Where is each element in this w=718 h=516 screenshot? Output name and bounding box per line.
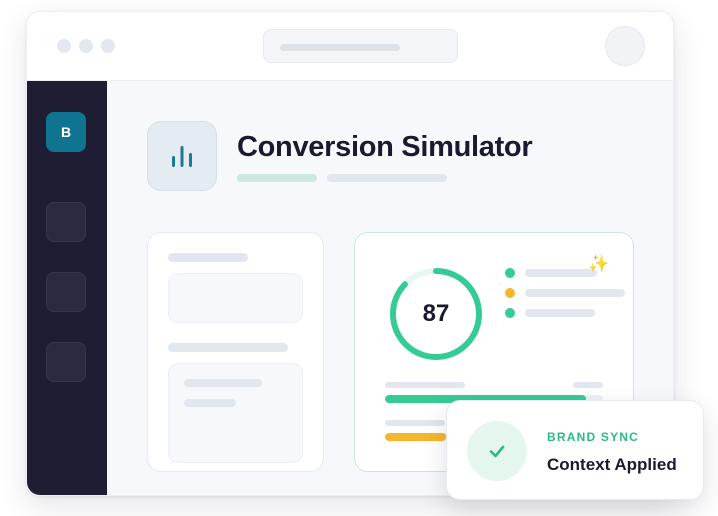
legend-label-placeholder — [525, 309, 595, 317]
bar-value-placeholder — [573, 382, 603, 388]
legend-dot — [505, 268, 515, 278]
window-minimize-dot[interactable] — [79, 39, 93, 53]
bar-label-placeholder — [385, 382, 465, 388]
progress-bar-2-fill — [385, 433, 447, 441]
subtitle-placeholder-accent — [237, 174, 317, 182]
settings-label-placeholder-2 — [168, 343, 288, 352]
window-maximize-dot[interactable] — [101, 39, 115, 53]
bar-chart-icon-glyph — [172, 146, 192, 167]
sidebar-item-3[interactable] — [46, 342, 86, 382]
legend-dot — [505, 288, 515, 298]
bar-chart-icon — [147, 121, 217, 191]
subtitle-placeholder — [327, 174, 447, 182]
sparkle-icon: ✨ — [588, 254, 610, 273]
check-icon-glyph — [489, 445, 505, 458]
settings-label-placeholder — [168, 253, 248, 262]
sidebar-item-2[interactable] — [46, 272, 86, 312]
brand-sync-toast[interactable]: BRAND SYNC Context Applied — [446, 400, 704, 500]
window-titlebar — [27, 12, 673, 81]
brand-logo[interactable]: B — [46, 112, 86, 152]
address-placeholder-line — [280, 44, 400, 51]
address-bar[interactable] — [263, 29, 458, 63]
settings-input-placeholder[interactable] — [168, 273, 303, 323]
profile-avatar[interactable] — [605, 26, 645, 66]
textarea-line-placeholder — [184, 379, 262, 387]
settings-textarea-placeholder[interactable] — [168, 363, 303, 463]
toast-title: Context Applied — [547, 455, 677, 474]
window-close-dot[interactable] — [57, 39, 71, 53]
page-title: Conversion Simulator — [237, 131, 533, 163]
settings-card — [147, 232, 324, 472]
textarea-line-placeholder — [184, 399, 236, 407]
legend-label-placeholder — [525, 289, 625, 297]
legend-dot — [505, 308, 515, 318]
sidebar: B — [27, 81, 107, 495]
stage: B Conversion Simulator 87 ✨ BRAND SYNC C… — [0, 0, 718, 516]
sidebar-item-1[interactable] — [46, 202, 86, 242]
check-icon — [467, 421, 527, 481]
legend-label-placeholder — [525, 269, 597, 277]
toast-eyebrow: BRAND SYNC — [547, 430, 640, 444]
score-value: 87 — [422, 300, 450, 327]
bar-label-placeholder — [385, 420, 445, 426]
